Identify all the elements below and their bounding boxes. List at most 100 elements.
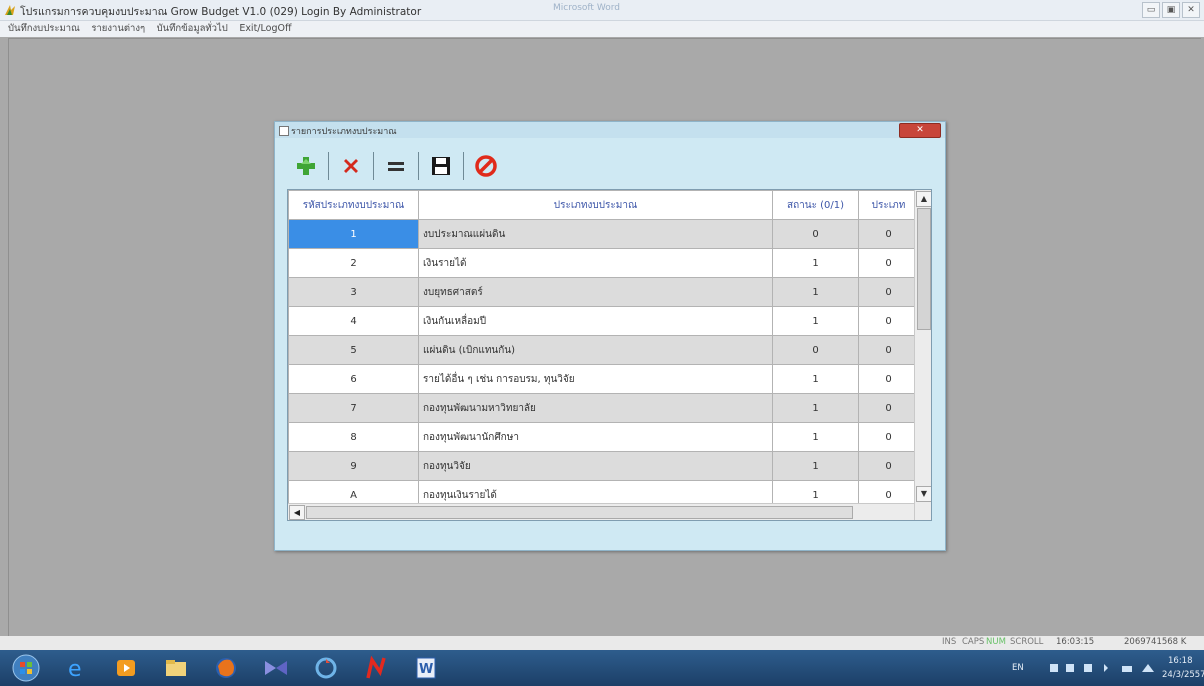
clock-time[interactable]: 16:18 [1168, 656, 1193, 666]
taskbar-preview-label: Microsoft Word [553, 3, 620, 13]
scroll-up-arrow[interactable]: ▲ [916, 191, 931, 207]
horizontal-scrollbar[interactable]: ◀ [288, 503, 914, 520]
tray-icons[interactable] [1050, 662, 1160, 674]
close-button[interactable]: ✕ [1182, 2, 1200, 18]
column-header-code[interactable]: รหัสประเภทงบประมาณ [288, 190, 419, 220]
cell-status[interactable]: 1 [772, 422, 859, 452]
scroll-left-arrow[interactable]: ◀ [289, 505, 305, 520]
cell-code[interactable]: 7 [288, 393, 419, 423]
cell-type[interactable]: 0 [858, 306, 919, 336]
cell-status[interactable]: 0 [772, 335, 859, 365]
cell-type[interactable]: 0 [858, 364, 919, 394]
cell-name[interactable]: รายได้อื่น ๆ เช่น การอบรม, ทุนวิจัย [418, 364, 773, 394]
cell-status[interactable]: 1 [772, 393, 859, 423]
taskbar-media[interactable] [106, 654, 146, 682]
table-row[interactable]: 1 งบประมาณแผ่นดิน 0 0 [288, 219, 919, 249]
cell-name[interactable]: กองทุนพัฒนานักศึกษา [418, 422, 773, 452]
scroll-thumb[interactable] [917, 208, 931, 330]
table-row[interactable]: 8 กองทุนพัฒนานักศึกษา 1 0 [288, 422, 919, 452]
dialog-titlebar: รายการประเภทงบประมาณ ✕ [275, 122, 945, 138]
table-row[interactable]: 7 กองทุนพัฒนามหาวิทยาลัย 1 0 [288, 393, 919, 423]
cell-code[interactable]: 1 [288, 219, 419, 249]
cell-code[interactable]: 9 [288, 451, 419, 481]
cell-code[interactable]: 2 [288, 248, 419, 278]
taskbar-app-sync[interactable] [306, 654, 346, 682]
language-indicator[interactable]: EN [1012, 663, 1024, 673]
cell-type[interactable]: 0 [858, 422, 919, 452]
cell-code[interactable]: 6 [288, 364, 419, 394]
delete-button[interactable] [333, 150, 369, 182]
cell-name[interactable]: แผ่นดิน (เบิกแทนกัน) [418, 335, 773, 365]
table-row[interactable]: 6 รายได้อื่น ๆ เช่น การอบรม, ทุนวิจัย 1 0 [288, 364, 919, 394]
vertical-scrollbar[interactable]: ▲ ▼ [914, 190, 931, 520]
hscroll-thumb[interactable] [306, 506, 853, 519]
toolbar-separator [418, 152, 419, 180]
taskbar-app-bow[interactable] [256, 654, 296, 682]
taskbar-word[interactable]: W [406, 654, 446, 682]
edit-button[interactable] [378, 150, 414, 182]
clock-date[interactable]: 24/3/2557 [1162, 670, 1204, 680]
windows-taskbar: e W EN 16:18 24/3/2557 [0, 650, 1204, 686]
internet-explorer-icon: e [68, 657, 82, 680]
cell-status[interactable]: 0 [772, 219, 859, 249]
cell-status[interactable]: 1 [772, 277, 859, 307]
cell-type[interactable]: 0 [858, 451, 919, 481]
cancel-icon [475, 155, 497, 177]
budget-type-dialog: รายการประเภทงบประมาณ ✕ รหัสประเภทงบประมา… [274, 121, 946, 551]
scroll-down-arrow[interactable]: ▼ [916, 486, 931, 502]
column-header-type[interactable]: ประเภท [858, 190, 919, 220]
cell-status[interactable]: 1 [772, 248, 859, 278]
cell-status[interactable]: 1 [772, 451, 859, 481]
menu-item-general[interactable]: บันทึกข้อมูลทั่วไป [157, 23, 228, 34]
toolbar-separator [463, 152, 464, 180]
menu-item-exit[interactable]: Exit/LogOff [239, 23, 291, 34]
cell-code[interactable]: 3 [288, 277, 419, 307]
delete-icon [344, 159, 358, 173]
taskbar-app-n[interactable] [356, 654, 396, 682]
cell-type[interactable]: 0 [858, 335, 919, 365]
status-bar: INS CAPS NUM SCROLL 16:03:15 2069741568 … [0, 636, 1204, 650]
cell-name[interactable]: งบประมาณแผ่นดิน [418, 219, 773, 249]
add-button[interactable] [288, 150, 324, 182]
cell-status[interactable]: 1 [772, 306, 859, 336]
cancel-button[interactable] [468, 150, 504, 182]
cell-name[interactable]: กองทุนพัฒนามหาวิทยาลัย [418, 393, 773, 423]
status-scroll: SCROLL [1010, 637, 1044, 647]
table-row[interactable]: 5 แผ่นดิน (เบิกแทนกัน) 0 0 [288, 335, 919, 365]
status-memory: 2069741568 K [1124, 637, 1187, 647]
save-button[interactable] [423, 150, 459, 182]
cell-status[interactable]: 1 [772, 364, 859, 394]
taskbar-ie[interactable]: e [56, 654, 96, 682]
toolbar-separator [328, 152, 329, 180]
start-button[interactable] [6, 654, 46, 682]
cell-name[interactable]: งบยุทธศาสตร์ [418, 277, 773, 307]
window-title: โปรแกรมการควบคุมงบประมาณ Grow Budget V1.… [20, 6, 422, 18]
sync-app-icon [315, 657, 337, 679]
column-header-name[interactable]: ประเภทงบประมาณ [418, 190, 773, 220]
cell-type[interactable]: 0 [858, 393, 919, 423]
cell-code[interactable]: 5 [288, 335, 419, 365]
table-row[interactable]: 9 กองทุนวิจัย 1 0 [288, 451, 919, 481]
maximize-button[interactable]: ▣ [1162, 2, 1180, 18]
cell-code[interactable]: 4 [288, 306, 419, 336]
column-header-status[interactable]: สถานะ (0/1) [772, 190, 859, 220]
dialog-close-button[interactable]: ✕ [899, 123, 941, 138]
taskbar-explorer[interactable] [156, 654, 196, 682]
menu-item-budget[interactable]: บันทึกงบประมาณ [8, 23, 80, 34]
cell-type[interactable]: 0 [858, 248, 919, 278]
cell-code[interactable]: 8 [288, 422, 419, 452]
cell-name[interactable]: กองทุนวิจัย [418, 451, 773, 481]
status-time: 16:03:15 [1056, 637, 1095, 647]
cell-type[interactable]: 0 [858, 277, 919, 307]
menu-item-reports[interactable]: รายงานต่างๆ [91, 23, 145, 34]
table-row[interactable]: 4 เงินกันเหลื่อมปี 1 0 [288, 306, 919, 336]
table-row[interactable]: 2 เงินรายได้ 1 0 [288, 248, 919, 278]
cell-name[interactable]: เงินรายได้ [418, 248, 773, 278]
folder-icon [166, 660, 186, 676]
minimize-button[interactable]: ▭ [1142, 2, 1160, 18]
table-row[interactable]: 3 งบยุทธศาสตร์ 1 0 [288, 277, 919, 307]
cell-type[interactable]: 0 [858, 219, 919, 249]
taskbar-firefox[interactable] [206, 654, 246, 682]
cell-name[interactable]: เงินกันเหลื่อมปี [418, 306, 773, 336]
budget-type-grid[interactable]: รหัสประเภทงบประมาณ ประเภทงบประมาณ สถานะ … [287, 189, 932, 521]
